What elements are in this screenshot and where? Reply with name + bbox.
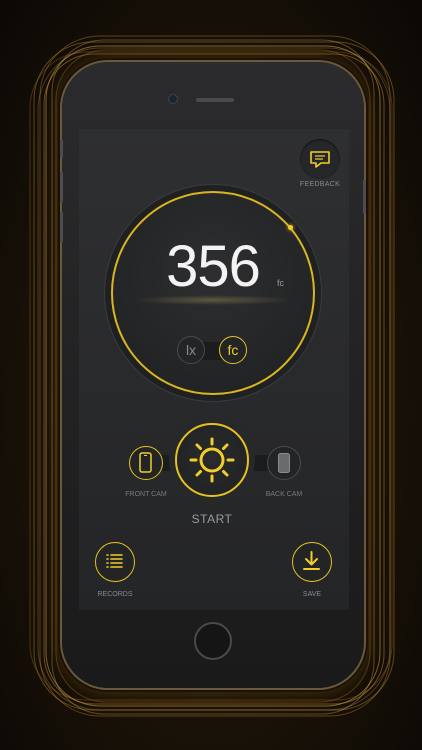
front-cam-label: FRONT CAM bbox=[125, 491, 167, 498]
unit-fc-button[interactable]: fc bbox=[219, 336, 247, 364]
phone-outline-icon bbox=[139, 452, 152, 473]
records-label: RECORDS bbox=[97, 591, 133, 598]
back-cam-label: BACK CAM bbox=[265, 491, 303, 498]
earpiece-speaker bbox=[196, 98, 234, 102]
records-button[interactable] bbox=[95, 542, 135, 582]
start-label: START bbox=[191, 512, 233, 526]
side-button-volume-up bbox=[60, 172, 63, 202]
side-button-mute bbox=[60, 140, 63, 158]
unit-toggle[interactable]: lx fc bbox=[177, 336, 247, 366]
list-icon bbox=[106, 554, 123, 568]
front-cam-button[interactable] bbox=[129, 446, 163, 480]
reading-unit-label: fc bbox=[277, 278, 285, 288]
lux-reading-value: 356 bbox=[166, 234, 261, 299]
app-screen: FEEDBACK 356 fc lx fc FRONT CAM START BA… bbox=[79, 129, 349, 610]
download-icon bbox=[303, 551, 320, 570]
feedback-label: FEEDBACK bbox=[299, 181, 341, 188]
side-button-power bbox=[363, 180, 366, 214]
dial-indicator-dot bbox=[288, 225, 293, 230]
reading-reflection bbox=[133, 295, 293, 305]
save-button[interactable] bbox=[292, 542, 332, 582]
light-meter-dial: 356 fc lx fc bbox=[111, 191, 315, 395]
feedback-button[interactable] bbox=[300, 139, 340, 179]
home-button[interactable] bbox=[194, 622, 232, 660]
back-cam-button[interactable] bbox=[267, 446, 301, 480]
side-button-volume-down bbox=[60, 212, 63, 242]
save-label: SAVE bbox=[302, 591, 322, 598]
unit-lx-button[interactable]: lx bbox=[177, 336, 205, 364]
phone-back-icon bbox=[278, 453, 290, 473]
sun-icon bbox=[189, 437, 235, 483]
start-button[interactable] bbox=[175, 423, 249, 497]
speech-bubble-icon bbox=[310, 151, 330, 168]
front-camera-lens bbox=[168, 94, 178, 104]
